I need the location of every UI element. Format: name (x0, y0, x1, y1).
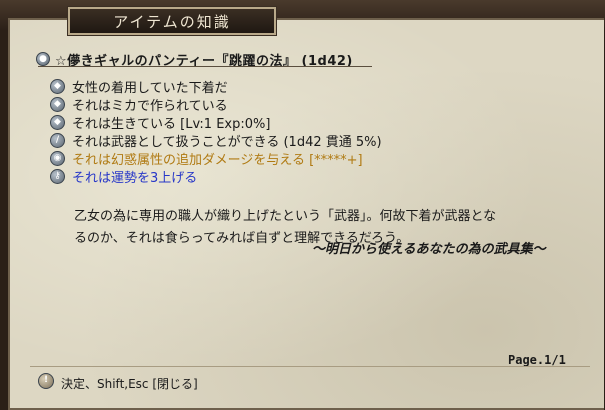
property-line: それは武器として扱うことができる (1d42 貫通 5%) (72, 135, 382, 150)
window-title: アイテムの知識 (68, 7, 276, 35)
property-line-elemental: それは幻惑属性の追加ダメージを与える [*****+] (72, 153, 363, 168)
property-line-luck: それは運勢を3上げる (72, 171, 198, 186)
property-line: それはミカで作られている (72, 99, 228, 114)
property-line: それは生きている [Lv:1 Exp:0%] (72, 117, 271, 132)
page-indicator: Page.1/1 (508, 353, 566, 367)
sword-icon: / (50, 133, 65, 148)
item-bullet-icon: ● (36, 52, 50, 66)
footer-hint[interactable]: 決定、Shift,Esc [閉じる] (61, 375, 198, 392)
description-quote: ～明日から使えるあなたの為の武具集～ (312, 242, 546, 257)
description-line-1: 乙女の為に専用の職人が織り上げたという「武器」。何故下着が武器とな (74, 209, 497, 224)
diamond-icon: ◆ (50, 79, 65, 94)
footer-divider (30, 366, 590, 367)
key-icon: ⚷ (50, 169, 65, 184)
lightbulb-icon: ! (38, 373, 54, 389)
eye-icon: ◉ (50, 151, 65, 166)
property-line: 女性の着用していた下着だ (72, 81, 228, 96)
item-name-divider (38, 66, 372, 67)
diamond-icon: ◆ (50, 115, 65, 130)
diamond-icon: ◆ (50, 97, 65, 112)
